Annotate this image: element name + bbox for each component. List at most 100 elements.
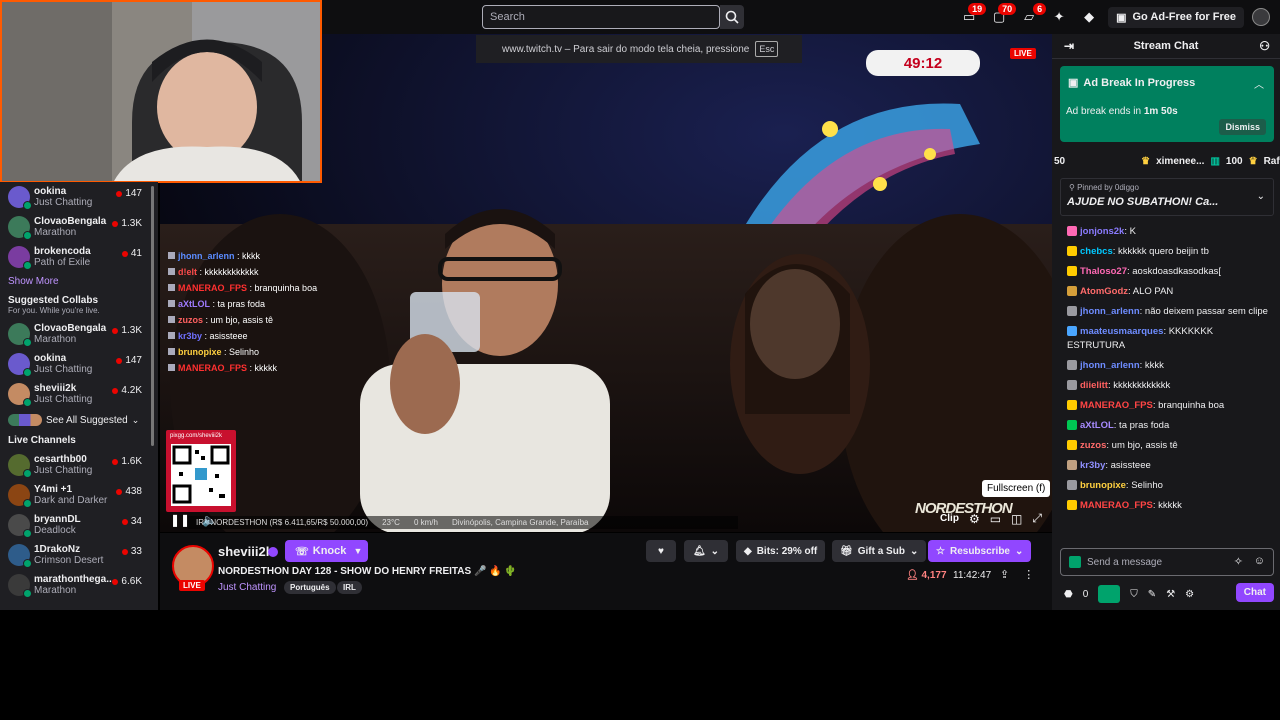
show-more-link[interactable]: Show More (0, 272, 158, 291)
emote-picker-icon[interactable]: ☺ (1254, 555, 1265, 567)
chat-message[interactable]: jhonn_arlenn: não deixem passar sem clip… (1052, 302, 1280, 322)
sidebar-channel[interactable]: brokencoda Path of Exile 41 (0, 242, 158, 272)
fullscreen-icon[interactable]: ⤢ (1032, 511, 1042, 526)
notifications-bell-button[interactable]: 🔔︎ ⌄ (684, 540, 728, 562)
shield-icon[interactable]: ⛉ (1130, 589, 1138, 600)
popout-icon[interactable]: ◫ (1011, 512, 1022, 526)
live-channels: cesarthb00 Just Chatting 1.6K Y4mi +1 Dark a… (0, 450, 158, 600)
overlay-chat-line: brunopixe : Selinho (168, 344, 328, 360)
see-all-suggested[interactable]: See All Suggested ⌄ (0, 409, 158, 431)
chat-message[interactable]: zuzos: um bjo, assis tê (1052, 436, 1280, 456)
knock-button[interactable]: ☏ Knock (285, 540, 357, 562)
gift-icon: ▥ (1210, 155, 1220, 167)
sidebar-channel[interactable]: Y4mi +1 Dark and Darker 438 (0, 480, 158, 510)
chat-message[interactable]: aXtLOL: ta pras foda (1052, 416, 1280, 436)
knock-dropdown[interactable]: ▼ (348, 540, 368, 562)
chat-username[interactable]: diielitt (1080, 380, 1108, 391)
avatar-stack-icon (8, 414, 42, 426)
ad-free-button[interactable]: ▣ Go Ad-Free for Free (1108, 6, 1244, 28)
overlay-chat-user: brunopixe (178, 347, 222, 357)
resubscribe-button[interactable]: ☆ Resubscribe ⌄ (928, 540, 1032, 562)
live-dot-icon (112, 220, 119, 227)
chat-username[interactable]: jonjons2k (1080, 226, 1124, 237)
bits-label: Bits: 29% off (756, 545, 818, 557)
overlay-chat-text: : um bjo, assis tê (203, 315, 274, 325)
search-input[interactable]: Search (482, 5, 720, 29)
suggested-collabs-subtitle: For you. While you're live. (8, 306, 100, 315)
chat-message[interactable]: maateusmaarques: KKKKKKK ESTRUTURA (1052, 322, 1280, 356)
sidebar-channel[interactable]: 1DrakoNz Crimson Desert 33 (0, 540, 158, 570)
user-avatar[interactable] (1252, 8, 1270, 26)
chat-username[interactable]: brunopixe (1080, 480, 1126, 491)
chevron-down-icon[interactable]: ⌄ (1257, 191, 1265, 202)
search-button[interactable] (720, 5, 744, 29)
chat-username[interactable]: MANERAO_FPS (1080, 500, 1153, 511)
clip-button[interactable]: Clip (940, 513, 959, 524)
ad-free-label: Go Ad-Free for Free (1132, 11, 1237, 23)
collapse-chat-icon[interactable]: ⇥ (1064, 39, 1074, 53)
chat-message[interactable]: jonjons2k: K (1052, 222, 1280, 242)
chat-message[interactable]: kr3by: asissteee (1052, 456, 1280, 476)
volume-icon[interactable]: 🔈 (202, 513, 217, 527)
chat-username[interactable]: MANERAO_FPS (1080, 400, 1153, 411)
chat-username[interactable]: jhonn_arlenn (1080, 306, 1140, 317)
chat-message[interactable]: brunopixe: Selinho (1052, 476, 1280, 496)
community-icon[interactable]: ⚇ (1259, 39, 1270, 53)
channel-name[interactable]: sheviii2k (218, 544, 273, 559)
sidebar-channel[interactable]: cesarthb00 Just Chatting 1.6K (0, 450, 158, 480)
theatre-mode-icon[interactable]: ▭ (990, 512, 1001, 526)
dismiss-button[interactable]: Dismiss (1219, 119, 1266, 135)
top-actions: ▭ 19 ▢ 70 ▱ 6 ✦ ◆ ▣ Go Ad-Free for Free (958, 0, 1280, 34)
sidebar-channel[interactable]: ClovaoBengala Marathon 1.3K (0, 212, 158, 242)
tools-icon[interactable]: ⚒ (1166, 589, 1175, 600)
gift-sub-button[interactable]: 🎁︎ Gift a Sub ⌄ (832, 540, 927, 562)
prediction-icon[interactable] (1098, 585, 1121, 603)
pause-icon[interactable]: ❚❚ (170, 513, 190, 527)
whispers-button[interactable]: ▱ 6 (1018, 3, 1047, 28)
tag-language[interactable]: Português (284, 581, 336, 594)
sparkle-icon[interactable]: ✧ (1234, 555, 1243, 568)
extension-button[interactable]: ✦ (1048, 6, 1070, 28)
prime-loot-button[interactable]: ▭ 19 (958, 3, 987, 28)
chat-message[interactable]: MANERAO_FPS: kkkkk (1052, 496, 1280, 516)
pen-icon[interactable]: ✎ (1148, 589, 1156, 600)
chat-message[interactable]: diielitt: kkkkkkkkkkkk (1052, 376, 1280, 396)
bits-button[interactable]: ◆ (1078, 6, 1100, 28)
follow-button[interactable]: ♥ (646, 540, 676, 562)
share-icon[interactable]: ⇪ (1000, 568, 1009, 581)
chat-username[interactable]: aXtLOL (1080, 420, 1114, 431)
settings-icon[interactable]: ⚙ (1185, 589, 1194, 600)
chat-input[interactable]: Send a message ✧ ☺ (1060, 548, 1274, 576)
chat-message[interactable]: MANERAO_FPS: branquinha boa (1052, 396, 1280, 416)
chat-username[interactable]: kr3by (1080, 460, 1105, 471)
chat-username[interactable]: jhonn_arlenn (1080, 360, 1140, 371)
channel-points-icon[interactable]: ⬣ (1064, 589, 1073, 600)
pinned-message[interactable]: ⚲ Pinned by 0diggo AJUDE NO SUBATHON! Ca… (1060, 178, 1274, 216)
tag-irl[interactable]: IRL (337, 581, 362, 594)
stream-category[interactable]: Just Chatting (218, 582, 276, 593)
chat-message[interactable]: jhonn_arlenn: kkkk (1052, 356, 1280, 376)
sidebar-channel[interactable]: ookina Just Chatting 147 (0, 182, 158, 212)
sidebar-channel[interactable]: ookina Just Chatting 147 (0, 349, 158, 379)
chevron-up-icon[interactable]: ︿ (1254, 76, 1264, 91)
sidebar-channel[interactable]: marathonthega... Marathon 6.6K (0, 570, 158, 600)
settings-icon[interactable]: ⚙ (969, 512, 980, 526)
overlay-chat-text: : asissteee (202, 331, 248, 341)
chat-username[interactable]: Thaloso27 (1080, 266, 1127, 277)
chat-message[interactable]: AtomGodz: ALO PAN (1052, 282, 1280, 302)
more-options-icon[interactable]: ⋮ (1023, 568, 1034, 581)
chat-username[interactable]: zuzos (1080, 440, 1106, 451)
chat-message[interactable]: Thaloso27: aoskdoasdkasodkas[ (1052, 262, 1280, 282)
chat-username[interactable]: maateusmaarques (1080, 326, 1163, 337)
chat-username[interactable]: chebcs (1080, 246, 1113, 257)
fullscreen-notice-text: www.twitch.tv – Para sair do modo tela c… (502, 43, 750, 55)
chat-username[interactable]: AtomGodz (1080, 286, 1128, 297)
sidebar-channel[interactable]: ClovaoBengala Marathon 1.3K (0, 319, 158, 349)
viewer-count: 438 (125, 486, 142, 497)
notifications-button[interactable]: ▢ 70 (988, 3, 1017, 28)
chat-send-button[interactable]: Chat (1235, 583, 1274, 602)
chat-message[interactable]: chebcs: kkkkkk quero beijin tb (1052, 242, 1280, 262)
sidebar-channel[interactable]: bryannDL Deadlock 34 (0, 510, 158, 540)
bits-offer-button[interactable]: ◆ Bits: 29% off (736, 540, 826, 562)
sidebar-channel[interactable]: sheviii2k Just Chatting 4.2K (0, 379, 158, 409)
